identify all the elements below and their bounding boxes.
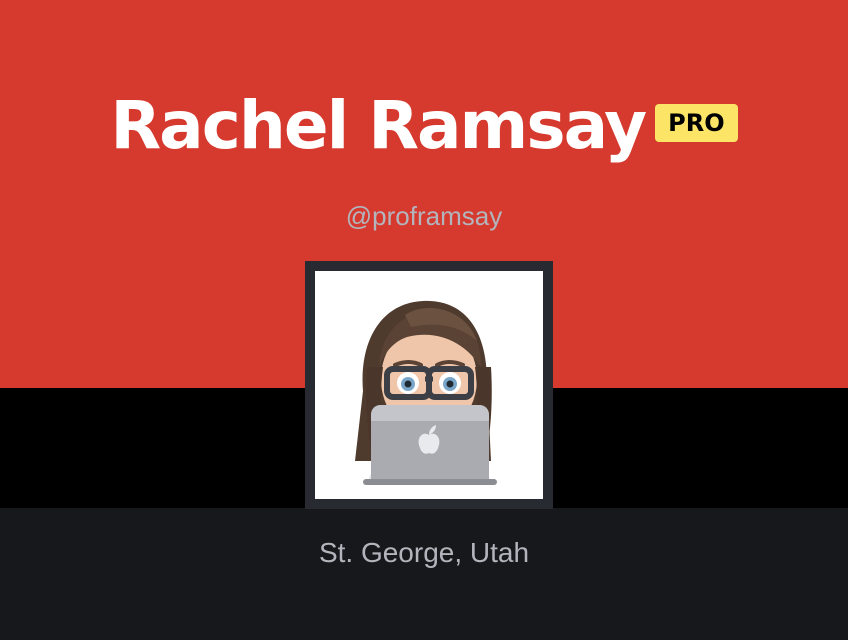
profile-name-row: Rachel Ramsay PRO [0,78,848,174]
avatar[interactable] [305,261,553,509]
profile-location: St. George, Utah [318,537,530,568]
profile-info-panel [0,508,848,640]
profile-page: Rachel Ramsay PRO @proframsay St. George… [0,0,848,640]
avatar-image [355,300,497,485]
profile-username[interactable]: @proframsay [0,198,848,234]
profile-name: Rachel Ramsay [110,87,647,164]
pro-badge[interactable]: PRO [655,104,738,142]
